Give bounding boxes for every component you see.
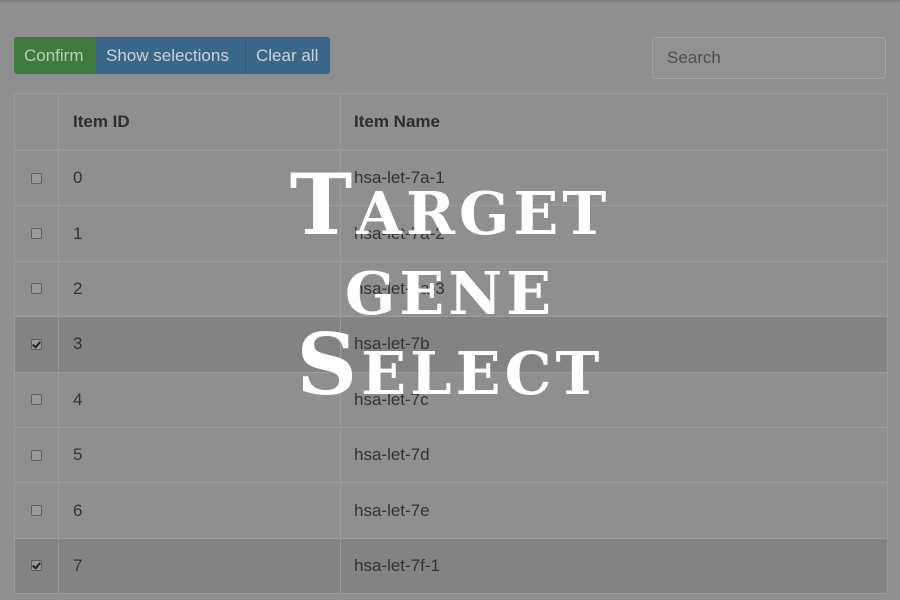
item-name-cell: hsa-let-7c [354,389,429,409]
item-name-header[interactable]: Item Name [341,94,887,149]
items-table: Item ID Item Name 0 hsa-let-7a-1 1 hsa-let-… [14,93,888,595]
clear-all-button[interactable]: Clear all [245,37,330,74]
row-checkbox-cell [15,261,59,317]
row-checkbox-cell [15,538,59,594]
table-row[interactable]: 7 hsa-let-7f-1 [15,538,887,595]
item-id-cell: 7 [59,538,341,594]
table-row[interactable]: 5 hsa-let-7d [15,427,887,484]
row-checkbox-cell [15,372,59,427]
item-id-cell: 1 [59,206,341,261]
item-name-cell: hsa-let-7d [354,445,430,465]
table-body: 0 hsa-let-7a-1 1 hsa-let-7a-2 2 hsa-let-7a-3 3… [15,151,887,595]
row-checkbox[interactable] [31,394,42,406]
row-checkbox-cell [15,427,59,483]
row-checkbox-cell [15,317,59,372]
item-name-cell: hsa-let-7f-1 [354,555,440,575]
search-input[interactable]: Search [652,37,886,79]
row-checkbox[interactable] [31,560,42,572]
row-checkbox-cell [15,206,59,261]
item-name-cell: hsa-let-7a-3 [354,278,445,298]
select-column-header [15,94,59,149]
row-checkbox[interactable] [31,505,42,517]
table-row[interactable]: 3 hsa-let-7b [15,317,887,373]
row-checkbox-cell [15,483,59,538]
top-border [0,0,900,2]
item-id-cell: 0 [59,151,341,206]
table-header-row: Item ID Item Name [15,94,887,151]
show-selections-button[interactable]: Show selections [96,37,245,74]
item-id-cell: 5 [59,427,341,483]
action-button-group: Confirm Show selections Clear all [14,37,330,74]
table-row[interactable]: 6 hsa-let-7e [15,483,887,539]
item-id-cell: 4 [59,372,341,427]
row-checkbox[interactable] [31,228,42,240]
row-checkbox[interactable] [31,449,42,461]
item-id-header[interactable]: Item ID [59,94,341,149]
row-checkbox[interactable] [31,338,42,350]
table-row[interactable]: 0 hsa-let-7a-1 [15,151,887,207]
confirm-button[interactable]: Confirm [14,37,96,74]
item-id-cell: 3 [59,317,341,372]
item-name-cell: hsa-let-7a-1 [354,168,445,188]
table-row[interactable]: 1 hsa-let-7a-2 [15,206,887,262]
item-name-cell: hsa-let-7a-2 [354,223,445,243]
item-id-cell: 6 [59,483,341,538]
table-row[interactable]: 4 hsa-let-7c [15,372,887,428]
item-name-cell: hsa-let-7e [354,500,430,520]
row-checkbox[interactable] [31,283,42,295]
row-checkbox-cell [15,151,59,206]
item-name-cell: hsa-let-7b [354,334,430,354]
row-checkbox[interactable] [31,172,42,184]
table-row[interactable]: 2 hsa-let-7a-3 [15,261,887,318]
item-id-cell: 2 [59,261,341,317]
